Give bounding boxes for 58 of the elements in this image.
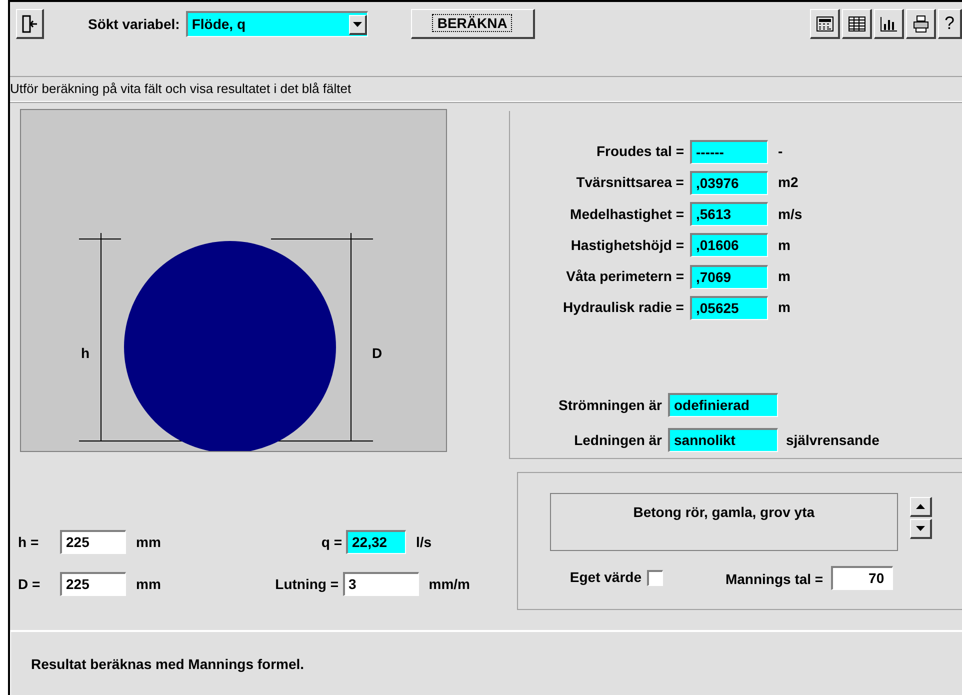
calculate-button[interactable]: BERÄKNA	[410, 9, 535, 39]
scroll-up-button[interactable]	[910, 497, 932, 517]
result-field: sannolikt	[668, 428, 778, 452]
result-label: Medelhastighet =	[569, 204, 685, 224]
flow-label: Strömningen är	[558, 396, 663, 415]
pipe-suffix: självrensande	[786, 430, 880, 450]
result-field: ,7069	[690, 264, 768, 289]
table-icon[interactable]	[842, 9, 872, 39]
unit-label: mm	[136, 532, 161, 552]
unit-label: mm	[136, 574, 161, 594]
result-field: ,05625	[690, 296, 768, 320]
result-field: ,03976	[690, 170, 768, 195]
input-field[interactable]: 3	[342, 572, 419, 596]
unit-label: m	[778, 298, 790, 318]
own-value-label: Eget värde	[570, 568, 642, 587]
input-label: h =	[17, 532, 40, 552]
input-field[interactable]: 225	[60, 530, 126, 554]
result-label: Froudes tal =	[595, 142, 685, 162]
status-text: Resultat beräknas med Mannings formel.	[31, 656, 304, 672]
result-label: Tvärsnittsarea =	[575, 173, 685, 192]
unit-label: m2	[778, 173, 798, 192]
exit-button[interactable]	[16, 9, 44, 39]
unit-label: m	[778, 236, 790, 255]
result-field: ------	[690, 140, 768, 164]
scroll-down-button[interactable]	[910, 519, 932, 539]
own-value-checkbox[interactable]	[647, 570, 664, 586]
manning-label: Mannings tal =	[725, 570, 824, 589]
result-label: Hydraulisk radie =	[562, 298, 685, 318]
exit-door-icon	[22, 14, 38, 32]
height-label: h	[81, 345, 90, 361]
result-field: ,5613	[690, 202, 768, 226]
input-label: D =	[17, 574, 42, 594]
pipe-label: Ledningen är	[573, 430, 663, 450]
unit-label: m/s	[778, 204, 802, 224]
result-field: odefinierad	[668, 393, 778, 418]
down-arrow-icon	[916, 526, 925, 531]
diameter-label: D	[372, 345, 382, 361]
unit-label: mm/m	[428, 574, 470, 594]
bar-chart-icon[interactable]	[874, 9, 904, 39]
printer-icon[interactable]	[906, 9, 936, 39]
input-field[interactable]: 225	[60, 572, 126, 596]
input-label: Lutning =	[274, 574, 340, 594]
hint-text: Utför beräkning på vita fält och visa resultatet i det blå fältet	[10, 80, 352, 98]
help-button[interactable]: ?	[938, 9, 962, 39]
variable-dropdown[interactable]: Flöde, q	[186, 11, 368, 37]
manning-field[interactable]: 70	[831, 566, 894, 590]
input-label: q =	[320, 532, 343, 552]
result-field: ,01606	[690, 233, 768, 258]
unit-label: l/s	[416, 532, 432, 552]
result-field: 22,32	[346, 530, 406, 554]
unit-label: -	[778, 142, 783, 162]
up-arrow-icon	[916, 504, 925, 509]
material-box[interactable]: Betong rör, gamla, grov yta	[550, 493, 898, 551]
unit-label: m	[778, 267, 790, 286]
variable-label: Sökt variabel:	[88, 14, 180, 34]
result-label: Våta perimetern =	[565, 267, 685, 286]
result-label: Hastighetshöjd =	[570, 236, 685, 255]
calculator-icon[interactable]	[810, 9, 840, 39]
